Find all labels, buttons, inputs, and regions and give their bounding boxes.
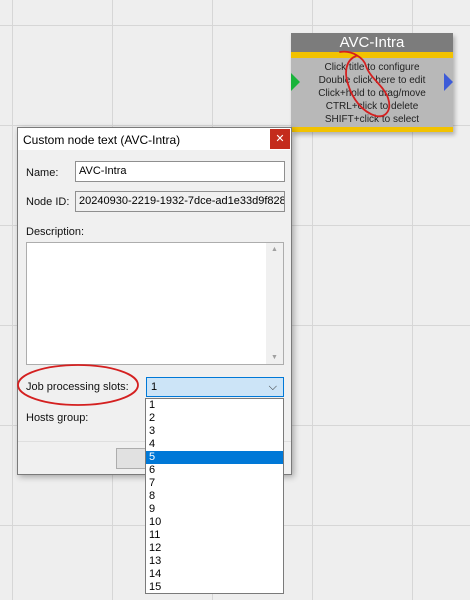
description-textarea[interactable]: ▲ ▼	[26, 242, 284, 365]
dialog-titlebar[interactable]: Custom node text (AVC-Intra) ✕	[18, 128, 291, 150]
input-port-icon[interactable]	[291, 73, 300, 91]
chevron-down-icon: ⌵	[268, 381, 277, 393]
dropdown-option[interactable]: 14	[146, 568, 283, 581]
close-button[interactable]: ✕	[270, 129, 290, 149]
dialog-title: Custom node text (AVC-Intra)	[23, 133, 181, 147]
job-processing-slots-value: 1	[151, 381, 158, 393]
node-instruction-line: Double click here to edit	[318, 75, 426, 86]
scroll-up-icon[interactable]: ▲	[266, 246, 283, 253]
node-instruction-line: SHIFT+click to select	[324, 114, 420, 125]
node-instruction-line: Click+hold to drag/move	[318, 88, 426, 99]
scroll-down-icon[interactable]: ▼	[266, 354, 283, 361]
dropdown-option[interactable]: 12	[146, 542, 283, 555]
node-footer-bar	[291, 127, 453, 132]
dropdown-option[interactable]: 1	[146, 399, 283, 412]
output-port-icon[interactable]	[444, 73, 453, 91]
job-processing-slots-label: Job processing slots:	[26, 381, 129, 393]
node-id-field[interactable]: 20240930-2219-1932-7dce-ad1e33d9f828	[75, 191, 285, 212]
dropdown-option[interactable]: 9	[146, 503, 283, 516]
node-title[interactable]: AVC-Intra	[291, 33, 453, 52]
close-icon: ✕	[275, 133, 285, 145]
description-label: Description:	[26, 226, 85, 238]
node-instruction-line: Click title to configure	[324, 62, 420, 73]
node-instruction-line: CTRL+click to delete	[325, 101, 419, 112]
dropdown-option[interactable]: 7	[146, 477, 283, 490]
node-instructions: Click title to configure Double click he…	[291, 58, 453, 126]
dropdown-option[interactable]: 3	[146, 425, 283, 438]
name-input[interactable]: AVC-Intra	[75, 161, 285, 182]
dropdown-option[interactable]: 2	[146, 412, 283, 425]
dropdown-option[interactable]: 13	[146, 555, 283, 568]
hosts-group-label: Hosts group:	[26, 412, 89, 424]
flow-node[interactable]: AVC-Intra Click title to configure Doubl…	[291, 33, 453, 132]
dropdown-option[interactable]: 6	[146, 464, 283, 477]
job-processing-slots-dropdown[interactable]: 1 2 3 4 5 6 7 8 9 10 11 12 13 14 15	[145, 398, 284, 594]
dropdown-option[interactable]: 11	[146, 529, 283, 542]
dropdown-option[interactable]: 15	[146, 581, 283, 594]
name-label: Name:	[26, 167, 59, 179]
description-scrollbar[interactable]: ▲ ▼	[266, 243, 283, 364]
dropdown-option[interactable]: 4	[146, 438, 283, 451]
job-processing-slots-select[interactable]: 1 ⌵	[146, 377, 284, 397]
node-id-label: Node ID:	[26, 196, 70, 208]
dropdown-option[interactable]: 10	[146, 516, 283, 529]
dropdown-option[interactable]: 8	[146, 490, 283, 503]
dropdown-option-highlighted[interactable]: 5	[146, 451, 283, 464]
